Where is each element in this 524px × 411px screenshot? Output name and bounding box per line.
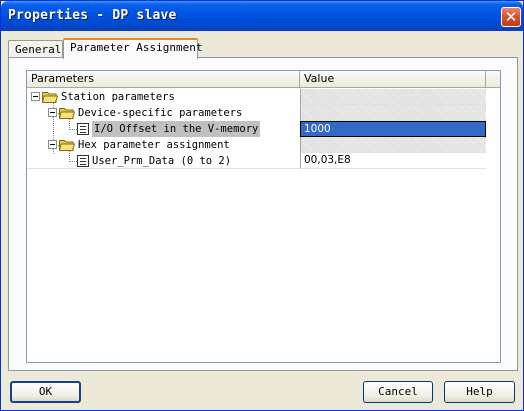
folder-open-icon xyxy=(42,92,58,103)
tree-row-selected[interactable]: I/O Offset in the V-memory 1000 xyxy=(27,121,500,137)
collapse-toggle-icon[interactable] xyxy=(31,92,40,101)
column-header-filler xyxy=(486,71,500,87)
collapse-toggle-icon[interactable] xyxy=(48,140,57,149)
value-cell xyxy=(300,105,486,121)
grid-header: Parameters Value xyxy=(27,71,500,88)
tree-item-label: Device-specific parameters xyxy=(78,107,243,119)
folder-open-icon xyxy=(59,108,75,119)
tab-general[interactable]: General xyxy=(8,40,63,58)
properties-dialog: Properties - DP slave ✕ General Paramete… xyxy=(0,0,524,411)
tree-item-label: I/O Offset in the V-memory xyxy=(92,121,261,137)
value-cell-editable[interactable]: 1000 xyxy=(300,121,486,137)
folder-open-icon xyxy=(59,140,75,151)
close-button[interactable]: ✕ xyxy=(501,7,521,27)
tab-parameter-assignment[interactable]: Parameter Assignment xyxy=(63,38,202,59)
value-cell xyxy=(300,137,486,153)
column-header-value[interactable]: Value xyxy=(300,71,486,87)
title-bar[interactable]: Properties - DP slave ✕ xyxy=(1,1,523,31)
cancel-button[interactable]: Cancel xyxy=(363,381,433,403)
help-button[interactable]: Help xyxy=(444,381,515,403)
collapse-toggle-icon[interactable] xyxy=(48,108,57,117)
window-title: Properties - DP slave xyxy=(8,8,177,23)
row-divider xyxy=(27,168,300,169)
column-header-parameters[interactable]: Parameters xyxy=(27,71,300,87)
document-icon xyxy=(77,155,89,167)
ok-button[interactable]: OK xyxy=(10,381,81,403)
grid-rows: Station parameters Device-specific param… xyxy=(27,89,500,169)
tree-row[interactable]: Hex parameter assignment xyxy=(27,137,500,153)
tree-item-label: User_Prm_Data (0 to 2) xyxy=(92,155,232,167)
tree-row[interactable]: Station parameters xyxy=(27,89,500,105)
parameter-grid: Parameters Value Station parameters Devi… xyxy=(26,70,501,363)
document-icon xyxy=(77,123,89,135)
parameter-assignment-panel: Parameters Value Station parameters Devi… xyxy=(8,57,518,371)
tree-row[interactable]: Device-specific parameters xyxy=(27,105,500,121)
close-icon: ✕ xyxy=(504,8,518,26)
value-cell xyxy=(300,89,486,105)
tree-row[interactable]: User_Prm_Data (0 to 2) 00,03,E8 xyxy=(27,153,500,169)
tree-item-label: Station parameters xyxy=(61,91,175,103)
tree-item-label: Hex parameter assignment xyxy=(78,139,230,151)
value-cell-editable[interactable]: 00,03,E8 xyxy=(300,153,486,169)
